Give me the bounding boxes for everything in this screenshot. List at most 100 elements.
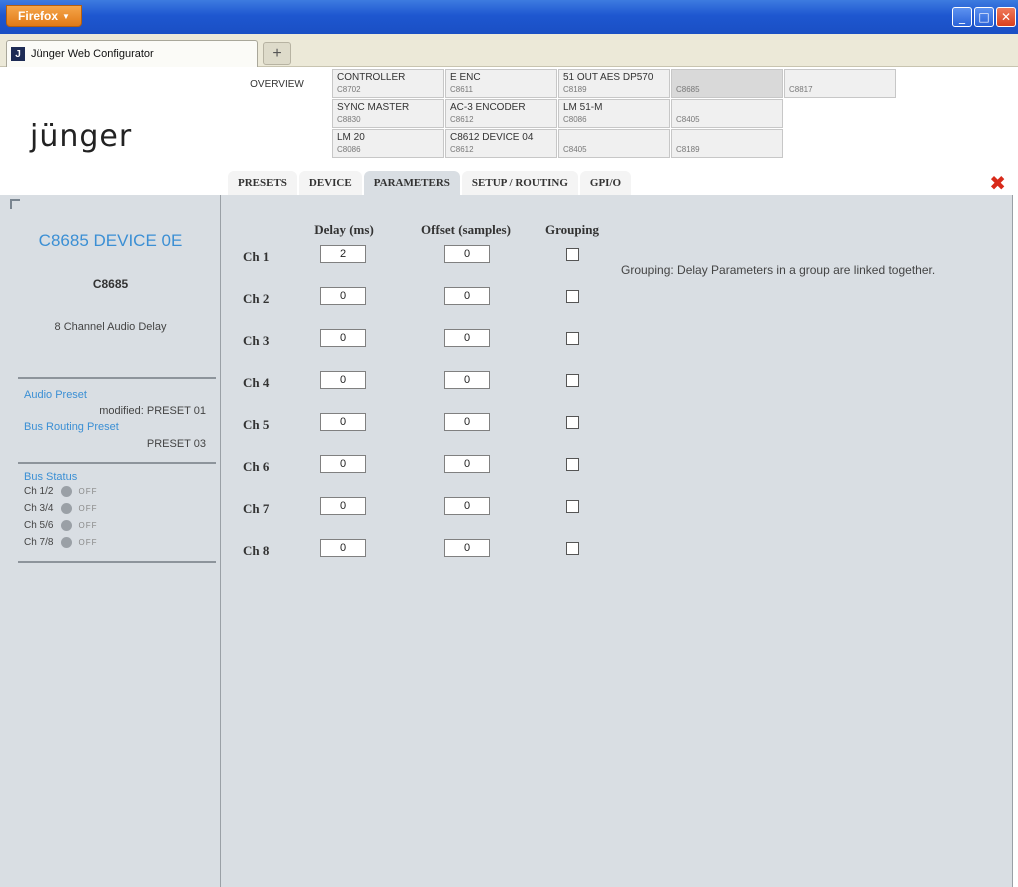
status-led-icon <box>61 503 73 514</box>
offset-input-ch3[interactable] <box>444 329 490 347</box>
maximize-button[interactable]: □ <box>974 7 994 27</box>
divider <box>18 377 216 379</box>
offset-input-ch8[interactable] <box>444 539 490 557</box>
bus-routing-preset-link[interactable]: Bus Routing Preset <box>24 421 119 433</box>
device-code: C8405 <box>676 115 700 124</box>
grouping-hint: Grouping: Delay Parameters in a group ar… <box>621 263 936 277</box>
window-titlebar: Firefox ▼ _ □ ✕ <box>0 0 1018 34</box>
close-icon[interactable]: ✖ <box>989 171 1006 195</box>
grouping-checkbox-ch3[interactable] <box>566 332 579 345</box>
bus-status-row: Ch 3/4 OFF <box>24 503 97 514</box>
browser-tabstrip: J Jünger Web Configurator + <box>0 34 1018 67</box>
firefox-menu-button[interactable]: Firefox ▼ <box>6 5 82 27</box>
bus-state: OFF <box>78 538 98 547</box>
device-name <box>789 72 891 84</box>
device-code: C8086 <box>337 145 361 154</box>
audio-preset-value: modified: PRESET 01 <box>99 405 206 417</box>
device-name: CONTROLLER <box>337 72 406 83</box>
browser-tab[interactable]: J Jünger Web Configurator <box>6 40 258 67</box>
audio-preset-link[interactable]: Audio Preset <box>24 389 87 401</box>
delay-input-ch1[interactable] <box>320 245 366 263</box>
device-code: C8830 <box>337 115 361 124</box>
bus-state: OFF <box>78 504 98 513</box>
device-cell[interactable]: LM 51-M C8086 <box>558 99 670 128</box>
minimize-button[interactable]: _ <box>952 7 972 27</box>
device-cell[interactable]: C8405 <box>558 129 670 158</box>
device-cell[interactable]: AC-3 ENCODER C8612 <box>445 99 557 128</box>
device-cell[interactable]: LM 20 C8086 <box>332 129 444 158</box>
delay-input-ch8[interactable] <box>320 539 366 557</box>
browser-tab-title: Jünger Web Configurator <box>31 48 154 60</box>
tab-device[interactable]: DEVICE <box>298 171 362 195</box>
device-name <box>676 72 778 84</box>
grouping-checkbox-ch4[interactable] <box>566 374 579 387</box>
device-code: C8702 <box>337 85 361 94</box>
resize-icon[interactable] <box>10 199 20 209</box>
device-name: 51 OUT AES DP570 <box>563 72 654 83</box>
bus-label: Ch 5/6 <box>24 520 54 531</box>
tab-parameters[interactable]: PARAMETERS <box>363 171 460 195</box>
device-name <box>676 132 778 144</box>
device-name: AC-3 ENCODER <box>450 102 526 113</box>
device-model: C8685 <box>92 277 129 291</box>
device-cell[interactable]: C8189 <box>671 129 783 158</box>
delay-input-ch5[interactable] <box>320 413 366 431</box>
overview-button[interactable]: OVERVIEW <box>222 69 332 100</box>
grouping-checkbox-ch5[interactable] <box>566 416 579 429</box>
new-tab-button[interactable]: + <box>263 42 291 65</box>
delay-input-ch6[interactable] <box>320 455 366 473</box>
device-cell[interactable]: C8612 DEVICE 04 C8612 <box>445 129 557 158</box>
offset-input-ch2[interactable] <box>444 287 490 305</box>
dropdown-arrow-icon: ▼ <box>62 11 70 21</box>
channel-label: Ch 4 <box>243 375 270 390</box>
delay-input-ch2[interactable] <box>320 287 366 305</box>
offset-input-ch4[interactable] <box>444 371 490 389</box>
device-name: LM 51-M <box>563 102 603 113</box>
grouping-checkbox-ch1[interactable] <box>566 248 579 261</box>
bus-label: Ch 3/4 <box>24 503 54 514</box>
tab-gpio[interactable]: GPI/O <box>579 171 632 195</box>
delay-column-header: Delay (ms) <box>314 222 374 237</box>
offset-input-ch1[interactable] <box>444 245 490 263</box>
device-cell[interactable]: SYNC MASTER C8830 <box>332 99 444 128</box>
device-code: C8817 <box>789 85 813 94</box>
device-code: C8612 <box>450 145 474 154</box>
device-cell[interactable]: C8405 <box>671 99 783 128</box>
page: jünger OVERVIEW CONTROLLER C8702 E ENC C… <box>0 67 1018 887</box>
device-title: C8685 DEVICE 0E <box>38 231 183 250</box>
device-code: C8189 <box>676 145 700 154</box>
grouping-checkbox-ch8[interactable] <box>566 542 579 555</box>
device-cell[interactable]: C8817 <box>784 69 896 98</box>
tab-setup-routing[interactable]: SETUP / ROUTING <box>461 171 578 195</box>
status-led-icon <box>61 486 73 497</box>
grouping-checkbox-ch6[interactable] <box>566 458 579 471</box>
device-cell-selected[interactable]: C8685 <box>671 69 783 98</box>
device-code: C8611 <box>450 85 473 94</box>
delay-input-ch7[interactable] <box>320 497 366 515</box>
channel-label: Ch 2 <box>243 291 270 306</box>
channel-label: Ch 5 <box>243 417 270 432</box>
delay-input-ch3[interactable] <box>320 329 366 347</box>
bus-state: OFF <box>78 521 98 530</box>
channel-label: Ch 3 <box>243 333 270 348</box>
offset-input-ch5[interactable] <box>444 413 490 431</box>
tab-presets[interactable]: PRESETS <box>228 171 297 195</box>
device-cell[interactable]: CONTROLLER C8702 <box>332 69 444 98</box>
delay-input-ch4[interactable] <box>320 371 366 389</box>
offset-input-ch6[interactable] <box>444 455 490 473</box>
device-name: LM 20 <box>337 132 365 143</box>
device-cell[interactable]: E ENC C8611 <box>445 69 557 98</box>
device-cell[interactable]: 51 OUT AES DP570 C8189 <box>558 69 670 98</box>
device-code: C8612 <box>450 115 474 124</box>
bus-routing-preset-value: PRESET 03 <box>146 438 206 450</box>
offset-input-ch7[interactable] <box>444 497 490 515</box>
device-name <box>676 102 778 114</box>
grouping-checkbox-ch2[interactable] <box>566 290 579 303</box>
bus-label: Ch 1/2 <box>24 486 54 497</box>
channel-label: Ch 7 <box>243 501 270 516</box>
grouping-checkbox-ch7[interactable] <box>566 500 579 513</box>
window-close-button[interactable]: ✕ <box>996 7 1016 27</box>
firefox-menu-label: Firefox <box>18 9 59 23</box>
bus-status-link[interactable]: Bus Status <box>24 471 77 483</box>
device-description: 8 Channel Audio Delay <box>54 321 167 333</box>
